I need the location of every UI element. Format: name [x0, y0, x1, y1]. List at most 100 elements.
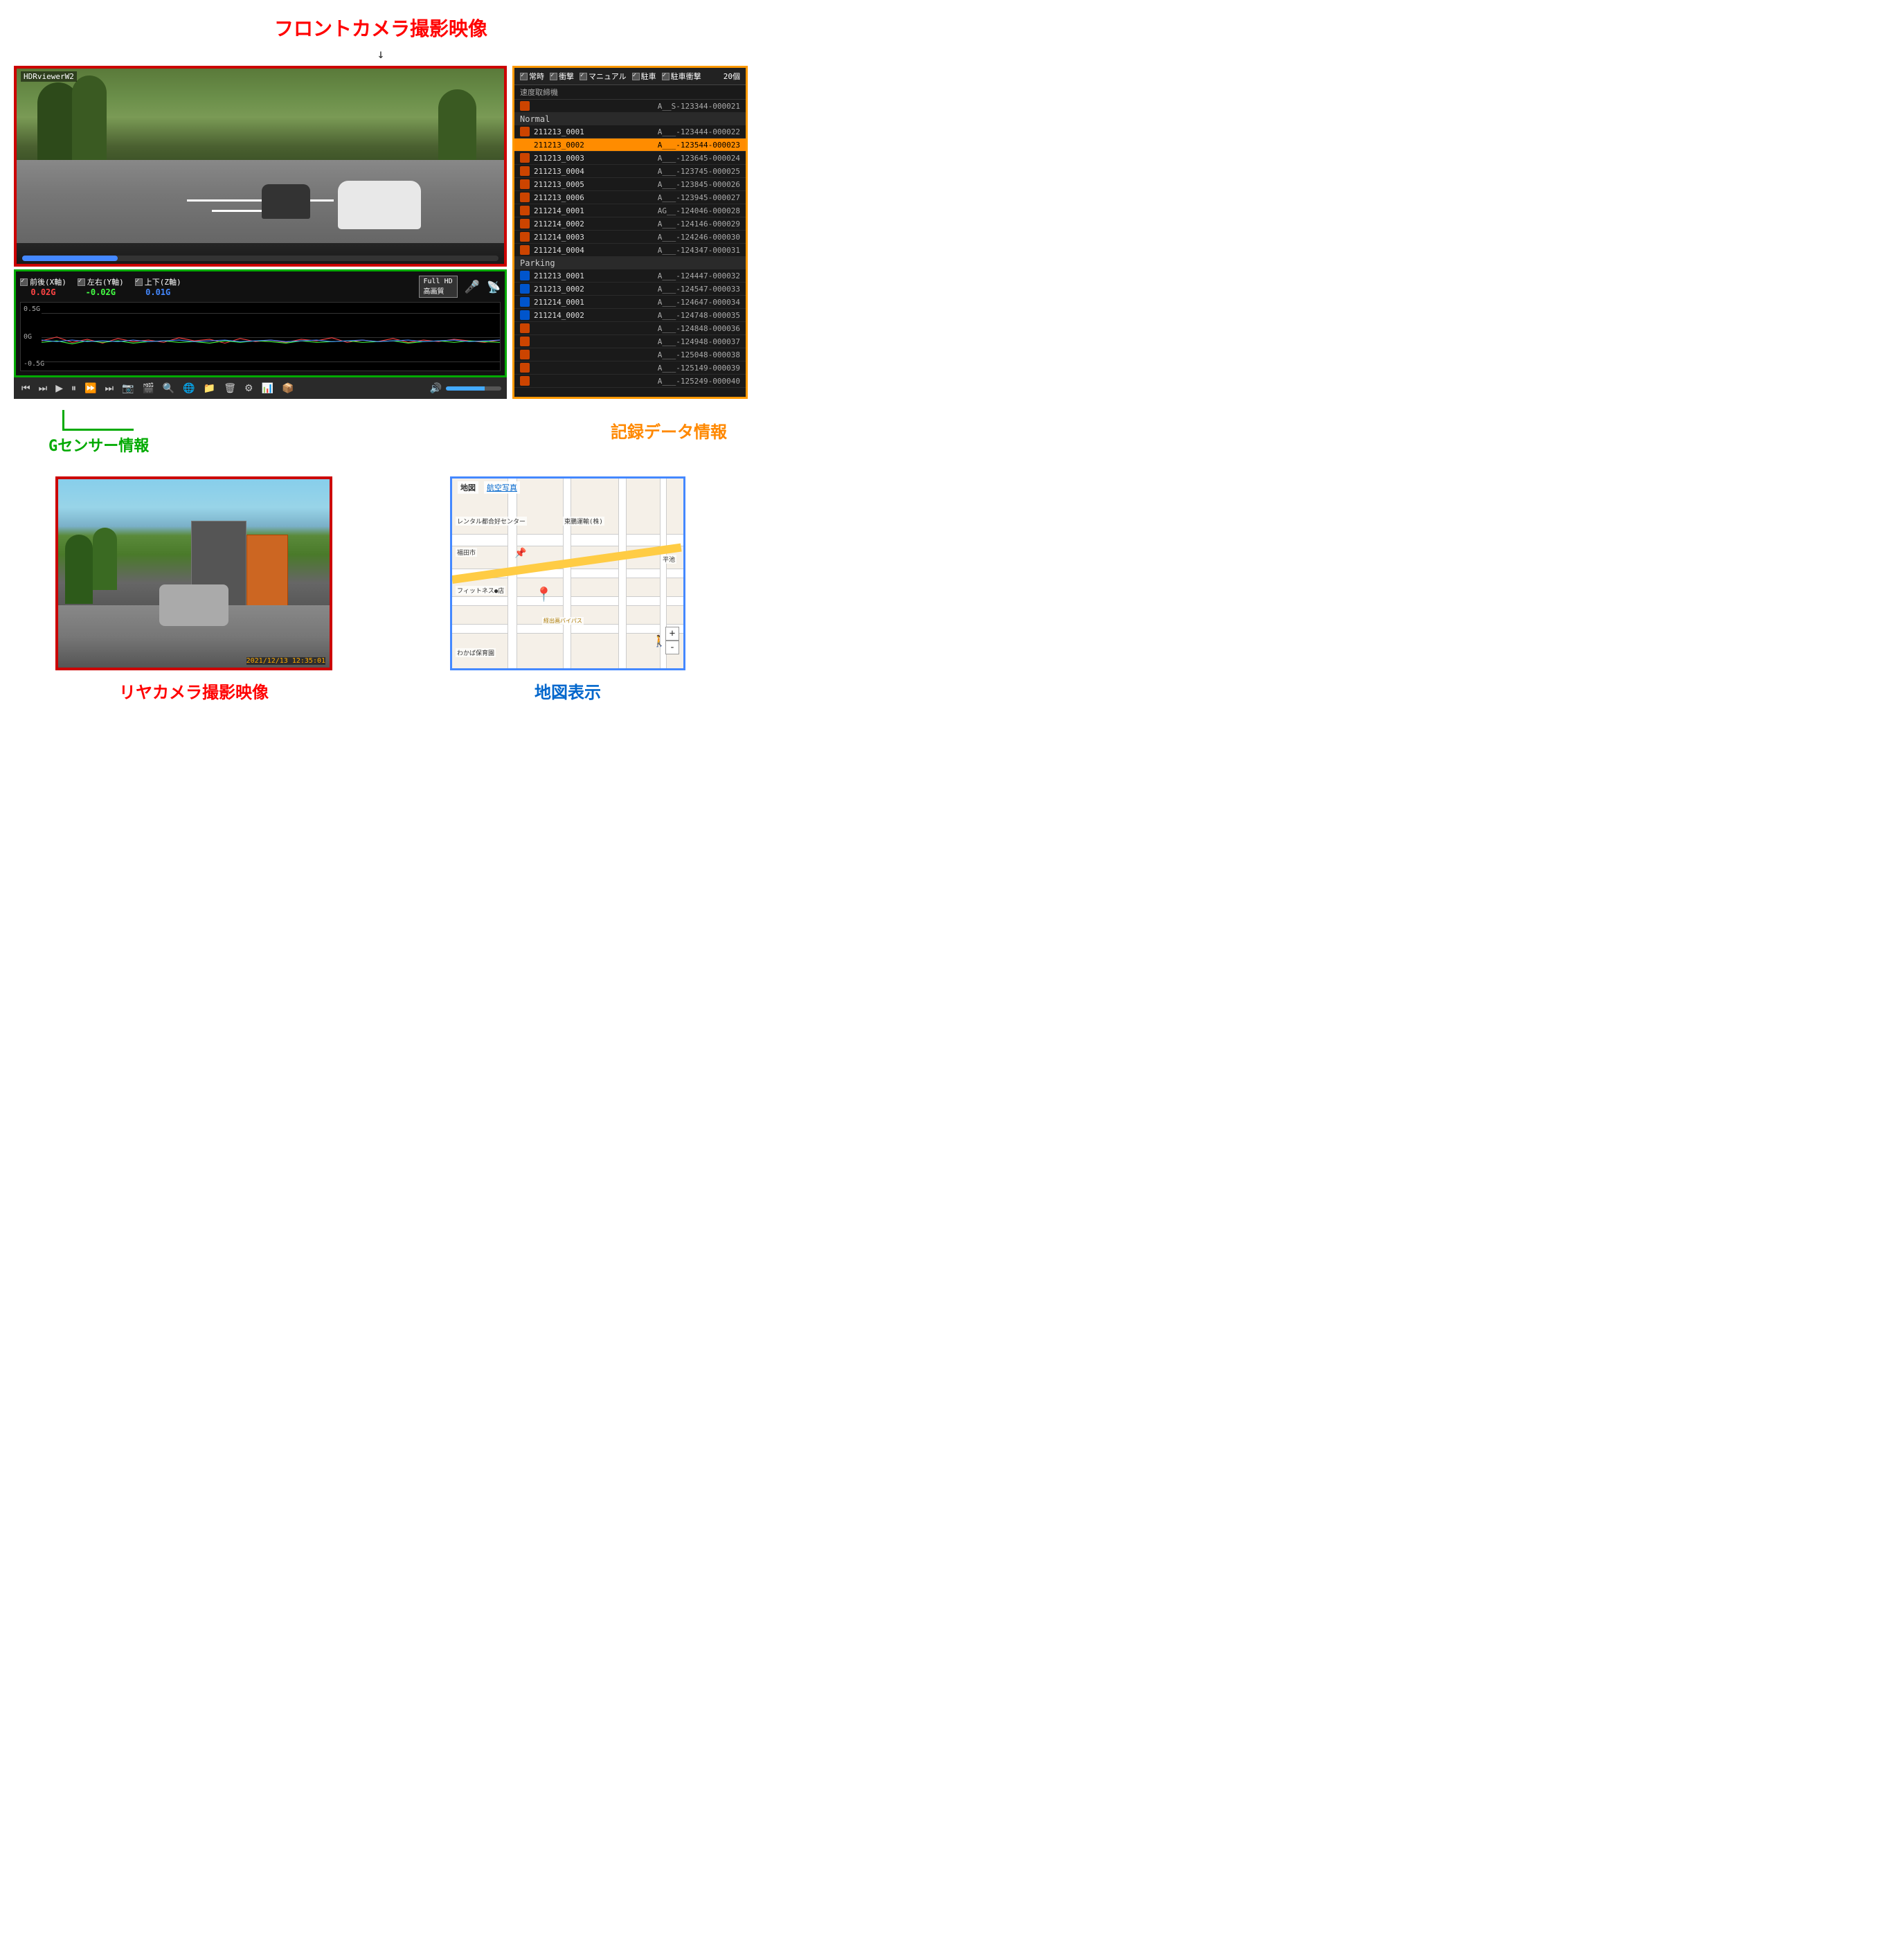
axis-z-value: 0.01G — [145, 287, 170, 297]
record-button[interactable]: 🎬 — [140, 381, 156, 395]
checkbox-chusya-shogeki[interactable]: 駐車衝撃 — [662, 71, 701, 82]
section-normal: Normal — [514, 113, 746, 125]
pause-button[interactable]: ⏸ — [69, 381, 78, 395]
list-item-id: A___-125048-000038 — [658, 350, 740, 359]
graph-label-mid: 0G — [24, 333, 32, 341]
list-item[interactable]: A__S-123344-000021 — [514, 100, 746, 113]
gsensor-section-label: Gセンサー情報 — [48, 434, 149, 456]
export-button[interactable]: 📦 — [280, 381, 296, 395]
map-label-hirata: 平池 — [661, 555, 676, 564]
map-zoom-in-button[interactable]: + — [665, 627, 679, 641]
data-list[interactable]: A__S-123344-000021 Normal 211213_0001 A_… — [514, 100, 746, 397]
list-item[interactable]: 211214_0001 AG__-124046-000028 — [514, 204, 746, 217]
volume-slider[interactable] — [446, 386, 501, 391]
list-item[interactable]: 211214_0001 A___-124647-000034 — [514, 296, 746, 309]
list-item[interactable]: A___-125048-000038 — [514, 348, 746, 361]
checkbox-shogeki[interactable]: 衝撃 — [550, 71, 574, 82]
list-item-id: A___-123745-000025 — [658, 167, 740, 176]
list-item[interactable]: 211213_0002 A___-124547-000033 — [514, 283, 746, 296]
gsensor-panel: 前後(X軸) 0.02G 左右(Y軸) -0.02G 上下(Z軸) — [14, 269, 507, 377]
list-item-id: A___-124848-000036 — [658, 324, 740, 333]
rear-timestamp: 2021/12/13 12:35:01 — [246, 657, 325, 665]
list-item-id: A___-123945-000027 — [658, 193, 740, 202]
list-item[interactable]: A___-125149-000039 — [514, 361, 746, 375]
satellite-icon[interactable]: 📡 — [487, 280, 501, 294]
map-label-wakaba: わかば保育園 — [456, 648, 496, 657]
map-label-toho: 東鵬運輸(株) — [563, 517, 604, 526]
graph-label-top: 0.5G — [24, 305, 40, 313]
map-tab-koku[interactable]: 航空写真 — [484, 481, 520, 494]
zoom-button[interactable]: 🔍 — [161, 381, 177, 395]
list-item-id: A___-124146-000029 — [658, 220, 740, 229]
title-arrow: ↓ — [14, 47, 748, 62]
list-item[interactable]: 211214_0002 A___-124748-000035 — [514, 309, 746, 322]
map-marker-secondary: 📌 — [514, 548, 526, 559]
globe-button[interactable]: 🌐 — [181, 381, 197, 395]
speed-device-label: 速度取締機 — [514, 85, 746, 100]
map-label-fukuda: 福田市 — [456, 548, 477, 557]
count-badge: 20個 — [724, 71, 740, 82]
fast-forward-button[interactable]: ⏩ — [82, 381, 98, 395]
list-item[interactable]: 211213_0006 A___-123945-000027 — [514, 191, 746, 204]
rear-camera-label: リヤカメラ撮影映像 — [119, 679, 269, 703]
transport-bar: ⏮ ⏭ ▶ ⏸ ⏩ ⏭ 📷 🎬 🔍 🌐 📁 🗑 ⚙ 📊 📦 🔊 — [14, 377, 507, 399]
section-parking: Parking — [514, 257, 746, 269]
list-item-id: A___-123544-000023 — [658, 141, 740, 150]
list-item[interactable]: 211213_0002 A___-123544-000023 — [514, 138, 746, 152]
map-panel[interactable]: レンタル都合好センター 東鵬運輸(株) 福田市 フィットネス●店 わかば保育園 … — [450, 476, 685, 670]
list-item-id: A___-124948-000037 — [658, 337, 740, 346]
map-tab-chizu[interactable]: 地図 — [458, 481, 478, 494]
right-panel: 常時 衝撃 マニュアル 駐車 駐車衝撃 20個 速度取締機 A__S-12334… — [512, 66, 748, 399]
axis-x-checkbox[interactable] — [20, 278, 28, 286]
axis-x-value: 0.02G — [30, 287, 55, 297]
map-person-icon: 🚶 — [652, 634, 666, 647]
gsensor-graph: 0.5G 0G -0.5G — [20, 302, 501, 371]
screenshot-button[interactable]: 📷 — [120, 381, 136, 395]
chart-button[interactable]: 📊 — [260, 381, 276, 395]
map-zoom-out-button[interactable]: - — [665, 641, 679, 654]
list-item[interactable]: 211213_0005 A___-123845-000026 — [514, 178, 746, 191]
list-item-id: A___-124447-000032 — [658, 271, 740, 280]
list-item-id: A___-125149-000039 — [658, 364, 740, 373]
prev-button[interactable]: ⏭ — [37, 381, 50, 395]
list-item[interactable]: 211213_0003 A___-123645-000024 — [514, 152, 746, 165]
map-marker-main: 📍 — [535, 586, 553, 602]
list-item[interactable]: 211214_0004 A___-124347-000031 — [514, 244, 746, 257]
axis-y-label: 左右(Y軸) — [87, 276, 124, 287]
list-item[interactable]: A___-125249-000040 — [514, 375, 746, 388]
list-item-id: A___-124246-000030 — [658, 233, 740, 242]
front-camera-panel: HDRviewerW2 — [14, 66, 507, 267]
list-item-id: AG__-124046-000028 — [658, 206, 740, 215]
list-item-id: A___-124547-000033 — [658, 285, 740, 294]
fullhd-button[interactable]: Full HD 高画質 — [419, 276, 458, 298]
checkbox-chusya[interactable]: 駐車 — [632, 71, 656, 82]
axis-x-label: 前後(X軸) — [30, 276, 66, 287]
rear-camera-panel: 2021/12/13 12:35:01 — [55, 476, 332, 670]
list-item[interactable]: 211213_0001 A___-123444-000022 — [514, 125, 746, 138]
list-item[interactable]: 211214_0003 A___-124246-000030 — [514, 231, 746, 244]
skip-to-end-button[interactable]: ⏭ — [102, 381, 116, 395]
axis-y-checkbox[interactable] — [78, 278, 85, 286]
checkbox-joji[interactable]: 常時 — [520, 71, 544, 82]
delete-button[interactable]: 🗑 — [222, 381, 238, 395]
mic-icon[interactable]: 🎤 — [465, 280, 480, 294]
list-item-id: A___-123645-000024 — [658, 154, 740, 163]
skip-to-start-button[interactable]: ⏮ — [19, 381, 33, 395]
list-item[interactable]: 211213_0004 A___-123745-000025 — [514, 165, 746, 178]
list-item-id: A___-124347-000031 — [658, 246, 740, 255]
folder-button[interactable]: 📁 — [201, 381, 217, 395]
list-item[interactable]: A___-124948-000037 — [514, 335, 746, 348]
play-button[interactable]: ▶ — [53, 381, 65, 395]
hdrviewer-label: HDRviewerW2 — [21, 71, 77, 82]
list-item[interactable]: A___-124848-000036 — [514, 322, 746, 335]
map-label-bypass: 経出画バイパス — [542, 617, 584, 625]
axis-z-checkbox[interactable] — [135, 278, 143, 286]
axis-y-value: -0.02G — [86, 287, 116, 297]
list-item-id: A___-124748-000035 — [658, 311, 740, 320]
settings-button[interactable]: ⚙ — [242, 381, 255, 395]
checkbox-manual[interactable]: マニュアル — [580, 71, 627, 82]
axis-z-label: 上下(Z軸) — [145, 276, 181, 287]
list-item[interactable]: 211213_0001 A___-124447-000032 — [514, 269, 746, 283]
list-item-id: A___-123845-000026 — [658, 180, 740, 189]
list-item[interactable]: 211214_0002 A___-124146-000029 — [514, 217, 746, 231]
